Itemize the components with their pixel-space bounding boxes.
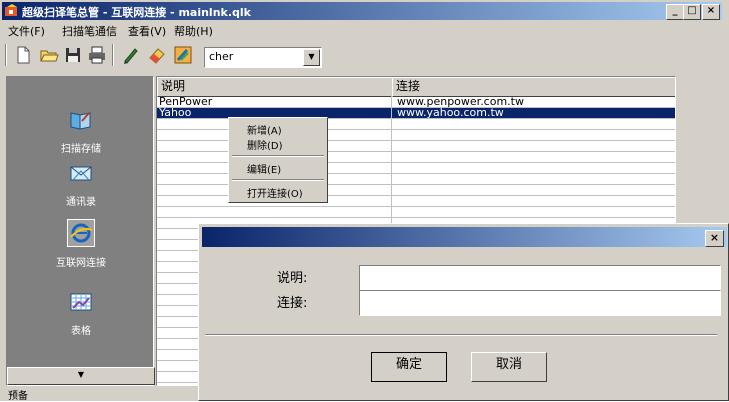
sidebar-item-scan-storage[interactable]: 扫描存储	[7, 107, 155, 155]
dialog-title-bar[interactable]: ×	[202, 227, 727, 247]
sidebar-item-label: 表格	[71, 326, 91, 337]
search-combo[interactable]: cher ▼	[204, 47, 322, 68]
save-icon[interactable]	[62, 44, 84, 66]
menu-file[interactable]: 文件(F)	[8, 23, 45, 39]
menu-view[interactable]: 查看(V)	[128, 23, 166, 39]
menu-bar: 文件(F) 扫描笔通信 查看(V) 帮助(H)	[2, 21, 722, 39]
menu-item-add[interactable]: 新增(A)	[247, 122, 282, 137]
toolbar-grip	[5, 44, 7, 66]
internet-icon	[67, 219, 95, 247]
new-file-icon[interactable]	[12, 44, 34, 66]
menu-pen-comm[interactable]: 扫描笔通信	[62, 23, 117, 39]
link-label: 连接:	[277, 296, 308, 311]
sidebar-item-label: 扫描存储	[61, 144, 101, 155]
cancel-button[interactable]: 取消	[471, 352, 547, 382]
toolbar-separator	[112, 44, 114, 66]
menu-separator	[232, 179, 324, 181]
sidebar-scroll-down-button[interactable]: ▼	[7, 367, 155, 385]
open-folder-icon[interactable]	[38, 44, 60, 66]
print-icon[interactable]	[86, 44, 108, 66]
menu-separator	[232, 155, 324, 157]
address-book-icon	[70, 166, 92, 181]
close-button[interactable]: ×	[702, 4, 720, 20]
menu-item-edit[interactable]: 编辑(E)	[247, 161, 281, 176]
link-field[interactable]	[359, 290, 721, 316]
sidebar-item-label: 通讯录	[66, 197, 96, 208]
description-label: 说明:	[277, 271, 308, 286]
sidebar-item-address-book[interactable]: 通讯录	[7, 160, 155, 208]
toolbar: cher ▼	[2, 42, 722, 70]
eraser-icon[interactable]	[146, 44, 168, 66]
chevron-down-icon[interactable]: ▼	[303, 49, 320, 66]
menu-item-delete[interactable]: 删除(D)	[247, 137, 283, 152]
pen-icon[interactable]	[120, 44, 142, 66]
dialog-separator	[205, 334, 717, 336]
context-menu: 新增(A) 删除(D) 编辑(E) 打开连接(O)	[228, 117, 328, 203]
ok-button[interactable]: 确定	[371, 352, 447, 382]
scan-storage-icon	[70, 112, 91, 130]
column-header-description[interactable]: 说明	[157, 77, 397, 97]
sidebar-item-label: 互联网连接	[56, 258, 106, 269]
maximize-button[interactable]: □	[683, 4, 701, 20]
sidebar-item-table[interactable]: 表格	[7, 289, 155, 337]
highlighter-icon[interactable]	[172, 44, 194, 66]
sidebar: 扫描存储 通讯录 互联网连接 表格 ▼	[6, 76, 155, 386]
app-icon	[5, 4, 17, 16]
cell-description: Yahoo	[159, 106, 192, 119]
description-field[interactable]	[359, 265, 721, 291]
minimize-button[interactable]: _	[666, 4, 684, 20]
menu-help[interactable]: 帮助(H)	[174, 23, 213, 39]
table-row[interactable]	[157, 207, 675, 218]
dialog-close-button[interactable]: ×	[705, 230, 724, 247]
status-text: 预备	[8, 391, 28, 402]
column-header-link[interactable]: 连接	[392, 77, 675, 97]
sidebar-item-internet[interactable]: 互联网连接	[7, 219, 155, 269]
combo-value: cher	[209, 50, 234, 63]
table-icon	[70, 293, 92, 311]
link-dialog: × 说明: 连接: 确定 取消	[198, 223, 729, 401]
window-title: 超级扫译笔总管 - 互联网连接 - mainlnk.qlk	[22, 6, 251, 19]
menu-item-open-link[interactable]: 打开连接(O)	[247, 185, 303, 200]
title-bar[interactable]: 超级扫译笔总管 - 互联网连接 - mainlnk.qlk _ □ ×	[2, 2, 722, 20]
cell-link: www.yahoo.com.tw	[397, 106, 504, 119]
